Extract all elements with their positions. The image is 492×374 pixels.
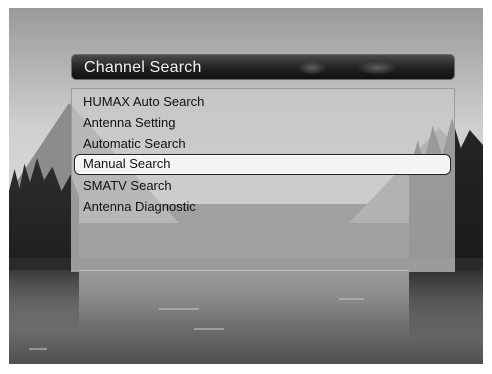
menu-item-manual-search[interactable]: Manual Search [74, 154, 451, 175]
channel-search-menu: Channel Search HUMAX Auto Search Antenna… [71, 54, 455, 272]
menu-item-smatv-search[interactable]: SMATV Search [72, 175, 454, 196]
menu-panel: HUMAX Auto Search Antenna Setting Automa… [71, 88, 455, 272]
menu-item-label: HUMAX Auto Search [83, 94, 205, 109]
menu-item-humax-auto-search[interactable]: HUMAX Auto Search [72, 91, 454, 112]
menu-title-bar: Channel Search [71, 54, 455, 80]
menu-item-automatic-search[interactable]: Automatic Search [72, 133, 454, 154]
tv-screen: Channel Search HUMAX Auto Search Antenna… [9, 8, 483, 364]
title-bar-decoration [357, 61, 397, 75]
menu-item-antenna-setting[interactable]: Antenna Setting [72, 112, 454, 133]
menu-item-label: Antenna Diagnostic [83, 199, 196, 214]
reflection-right [409, 270, 483, 340]
reflection-left [9, 270, 79, 330]
menu-title: Channel Search [84, 59, 202, 76]
water-ripple [29, 348, 47, 350]
menu-item-antenna-diagnostic[interactable]: Antenna Diagnostic [72, 196, 454, 217]
menu-item-label: Manual Search [83, 156, 171, 171]
menu-item-label: Automatic Search [83, 136, 186, 151]
title-bar-decoration [297, 61, 327, 75]
water-ripple [339, 298, 364, 300]
menu-list: HUMAX Auto Search Antenna Setting Automa… [72, 91, 454, 217]
water-ripple [194, 328, 224, 330]
menu-item-label: Antenna Setting [83, 115, 176, 130]
water-ripple [159, 308, 199, 310]
menu-item-label: SMATV Search [83, 178, 172, 193]
